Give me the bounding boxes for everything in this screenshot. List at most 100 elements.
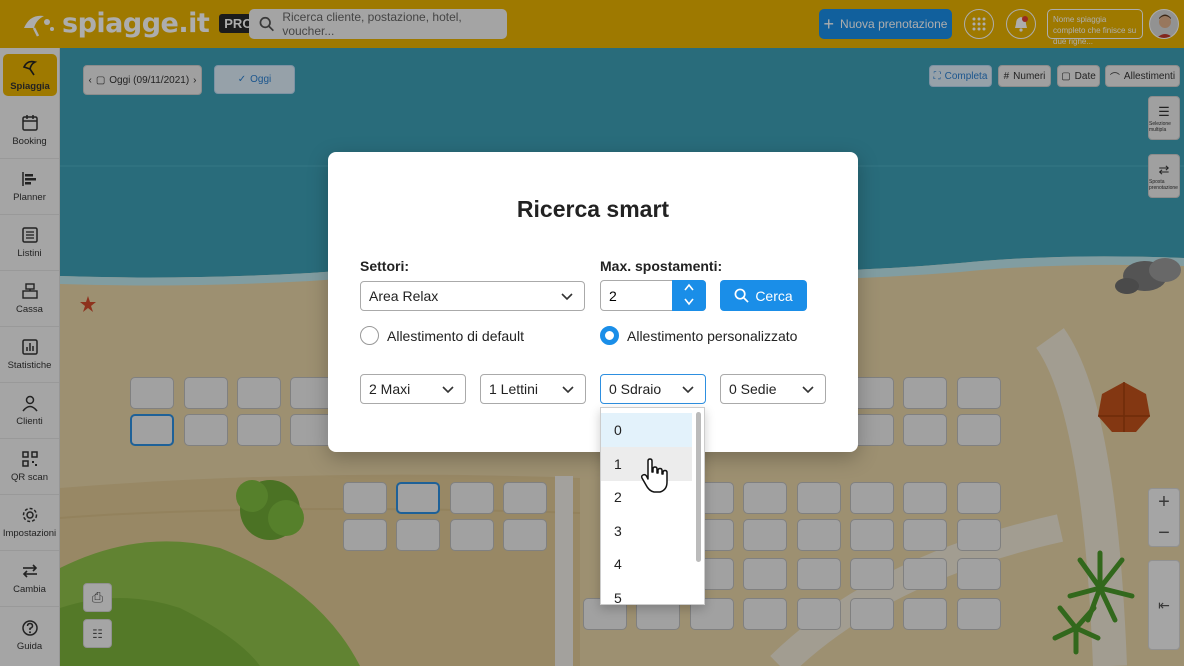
sedie-select[interactable]: 0 Sedie (720, 374, 826, 404)
beach-spot[interactable] (797, 558, 841, 590)
stepper-up-icon[interactable] (672, 280, 706, 295)
max-moves-input[interactable]: 2 (600, 280, 706, 311)
beach-selector[interactable]: Nome spiaggia completo che finisce su du… (1047, 9, 1143, 46)
sidebar-item-listini[interactable]: Listini (0, 215, 59, 271)
sidebar-item-label: Booking (12, 136, 47, 147)
beach-spot[interactable] (743, 558, 787, 590)
beach-spot[interactable] (184, 414, 228, 446)
stepper-down-icon[interactable] (672, 295, 706, 310)
app-logo[interactable]: spiagge.it PRO (20, 8, 258, 39)
sidebar-item-cassa[interactable]: Cassa (0, 271, 59, 327)
expand-icon: ⛶ (933, 70, 941, 82)
sidebar-item-clienti[interactable]: Clienti (0, 383, 59, 439)
sidebar-item-spiaggia[interactable]: Spiaggia (3, 54, 57, 96)
multi-select-tool[interactable]: ☰ Selezione multipla (1148, 96, 1180, 140)
help-icon (21, 619, 38, 636)
beach-spot[interactable] (957, 482, 1001, 514)
beach-spot[interactable] (450, 519, 494, 551)
move-booking-tool[interactable]: ⇄ Sposta prenotazione (1148, 154, 1180, 198)
planner-icon (21, 172, 36, 186)
sidebar-item-label: Listini (17, 248, 42, 259)
plus-icon: + (823, 14, 835, 34)
beach-spot[interactable] (743, 519, 787, 551)
dropdown-scrollbar[interactable] (696, 412, 701, 562)
beach-spot[interactable] (237, 414, 281, 446)
beach-spot[interactable] (343, 519, 387, 551)
radio-unchecked-icon[interactable] (360, 326, 379, 345)
view-completa-button[interactable]: ⛶ Completa (929, 65, 992, 87)
view-label: Date (1074, 70, 1096, 82)
search-button[interactable]: Cerca (720, 280, 807, 311)
beach-spot[interactable] (957, 414, 1001, 446)
beach-spot[interactable] (797, 482, 841, 514)
beach-spot[interactable] (850, 558, 894, 590)
sidebar-item-statistiche[interactable]: Statistiche (0, 327, 59, 383)
beach-spot[interactable] (343, 482, 387, 514)
beach-spot[interactable] (743, 598, 787, 630)
radio-custom-setup[interactable]: Allestimento personalizzato (600, 326, 797, 345)
sidebar-item-qr-scan[interactable]: QR scan (0, 439, 59, 495)
new-booking-button[interactable]: + Nuova prenotazione (819, 9, 952, 39)
beach-spot[interactable] (957, 377, 1001, 409)
collapse-panel-button[interactable]: ⇤ (1148, 560, 1180, 650)
beach-spot[interactable] (184, 377, 228, 409)
beach-spot[interactable] (957, 519, 1001, 551)
dropdown-option[interactable]: 3 (601, 514, 692, 548)
chevron-left-icon[interactable]: ‹ (88, 75, 91, 86)
beach-spot[interactable] (850, 519, 894, 551)
apps-button[interactable] (964, 9, 994, 39)
beach-spot[interactable] (503, 482, 547, 514)
sidebar-item-planner[interactable]: Planner (0, 159, 59, 215)
beach-spot[interactable] (850, 598, 894, 630)
beach-spot[interactable] (957, 558, 1001, 590)
beach-spot[interactable] (450, 482, 494, 514)
today-button[interactable]: ✓ Oggi (214, 65, 295, 94)
beach-spot[interactable] (396, 519, 440, 551)
beach-spot-selected[interactable] (396, 482, 440, 514)
search-input[interactable]: Ricerca cliente, postazione, hotel, vouc… (249, 9, 507, 39)
beach-spot[interactable] (903, 598, 947, 630)
avatar[interactable] (1149, 9, 1179, 39)
beach-spot[interactable] (130, 377, 174, 409)
max-moves-stepper[interactable] (672, 280, 706, 311)
today-label: Oggi (250, 74, 272, 85)
zoom-in-button[interactable]: + (1158, 491, 1170, 514)
beach-spot[interactable] (903, 414, 947, 446)
print-button[interactable]: ⎙ (83, 583, 112, 612)
chevron-right-icon[interactable]: › (193, 75, 196, 86)
max-moves-value: 2 (609, 287, 617, 304)
beach-spot[interactable] (237, 377, 281, 409)
sdraio-select[interactable]: 0 Sdraio (600, 374, 706, 404)
lettini-select[interactable]: 1 Lettini (480, 374, 586, 404)
radio-checked-icon[interactable] (600, 326, 619, 345)
maxi-select[interactable]: 2 Maxi (360, 374, 466, 404)
radio-default-setup[interactable]: Allestimento di default (360, 326, 524, 345)
sidebar-item-cambia[interactable]: Cambia (0, 551, 59, 607)
dropdown-option[interactable]: 0 (601, 413, 692, 447)
view-date-button[interactable]: ▢ Date (1057, 65, 1100, 87)
sectors-select[interactable]: Area Relax (360, 281, 585, 311)
sidebar-item-impostazioni[interactable]: Impostazioni (0, 495, 59, 551)
notifications-button[interactable] (1006, 9, 1036, 39)
beach-spot[interactable] (903, 519, 947, 551)
dropdown-option[interactable]: 5 (601, 581, 692, 604)
move-icon: ⇄ (1158, 161, 1170, 177)
beach-spot[interactable] (903, 482, 947, 514)
sidebar-item-booking[interactable]: Booking (0, 103, 59, 159)
date-picker[interactable]: ‹ ▢ Oggi (09/11/2021) › (83, 65, 202, 95)
beach-spot[interactable] (797, 519, 841, 551)
view-numeri-button[interactable]: # Numeri (998, 65, 1051, 87)
beach-spot[interactable] (957, 598, 1001, 630)
beach-spot[interactable] (903, 558, 947, 590)
view-allestimenti-button[interactable]: ⌒ Allestimenti (1105, 65, 1180, 87)
dropdown-option[interactable]: 4 (601, 547, 692, 581)
beach-spot-selected[interactable] (130, 414, 174, 446)
sidebar-item-guida[interactable]: Guida (0, 607, 59, 663)
beach-spot[interactable] (797, 598, 841, 630)
legend-button[interactable]: ☷ (83, 619, 112, 648)
beach-spot[interactable] (503, 519, 547, 551)
beach-spot[interactable] (850, 482, 894, 514)
beach-spot[interactable] (903, 377, 947, 409)
beach-spot[interactable] (743, 482, 787, 514)
zoom-out-button[interactable]: − (1158, 522, 1170, 545)
